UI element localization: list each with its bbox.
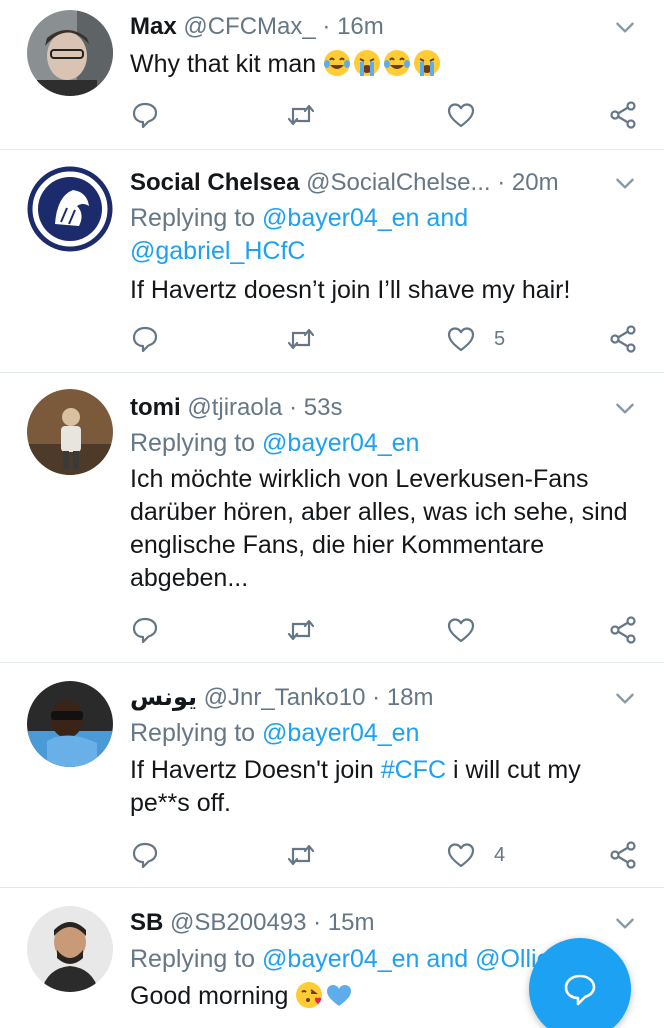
heart-icon bbox=[447, 103, 475, 128]
user-handle[interactable]: @CFCMax_ bbox=[183, 13, 315, 40]
tweet-header: SB @SB200493 · 15m bbox=[130, 906, 612, 940]
user-handle[interactable]: @Jnr_Tanko10 bbox=[204, 684, 366, 711]
display-name[interactable]: tomi bbox=[130, 394, 181, 421]
avatar[interactable] bbox=[27, 166, 113, 252]
avatar[interactable] bbox=[27, 389, 113, 475]
separator-dot: · bbox=[497, 169, 506, 196]
like-button[interactable]: 4 bbox=[446, 838, 505, 872]
chevron-down-icon[interactable] bbox=[612, 170, 638, 196]
display-name[interactable]: يونس bbox=[130, 684, 197, 711]
tweet-header: tomi @tjiraola · 53s bbox=[130, 391, 612, 425]
reply-icon bbox=[132, 617, 158, 644]
display-name[interactable]: Max bbox=[130, 13, 177, 40]
share-icon bbox=[610, 616, 636, 644]
like-button[interactable]: 5 bbox=[446, 322, 505, 356]
user-handle[interactable]: @tjiraola bbox=[187, 394, 282, 421]
avatar[interactable] bbox=[27, 10, 113, 96]
compose-message-icon bbox=[564, 974, 596, 1006]
mention-link[interactable]: @bayer04_en bbox=[262, 719, 419, 747]
share-icon bbox=[610, 841, 636, 869]
retweet-button[interactable] bbox=[286, 613, 316, 647]
share-button[interactable] bbox=[608, 838, 638, 872]
heart-icon bbox=[447, 843, 475, 868]
reply-button[interactable] bbox=[130, 322, 160, 356]
separator-dot: · bbox=[313, 909, 322, 936]
reply-button[interactable] bbox=[130, 98, 160, 132]
retweet-icon bbox=[287, 844, 315, 866]
mention-link[interactable]: @bayer04_en bbox=[262, 204, 419, 232]
retweet-icon bbox=[287, 104, 315, 126]
share-button[interactable] bbox=[608, 98, 638, 132]
loudly-crying-face-icon bbox=[413, 49, 441, 77]
heart-icon bbox=[447, 618, 475, 643]
replying-to: Replying to @bayer04_en and @gabriel_HCf… bbox=[130, 204, 469, 265]
avatar[interactable] bbox=[27, 906, 113, 992]
user-handle[interactable]: @SocialChelse... bbox=[306, 169, 490, 196]
tweet[interactable]: Social Chelsea @SocialChelse... · 20m Re… bbox=[0, 150, 664, 373]
chevron-down-icon[interactable] bbox=[612, 14, 638, 40]
share-button[interactable] bbox=[608, 613, 638, 647]
timestamp[interactable]: 18m bbox=[387, 684, 434, 711]
replying-to: Replying to @bayer04_en bbox=[130, 719, 420, 747]
tweet-text: Why that kit man bbox=[130, 48, 634, 81]
mention-link[interactable]: @bayer04_en bbox=[262, 945, 419, 973]
heart-icon bbox=[447, 327, 475, 352]
reply-button[interactable] bbox=[130, 613, 160, 647]
like-count: 5 bbox=[494, 327, 506, 350]
display-name[interactable]: Social Chelsea bbox=[130, 169, 299, 196]
mention-link[interactable]: @gabriel_HCfC bbox=[130, 237, 305, 265]
hashtag-link[interactable]: #CFC bbox=[381, 756, 446, 784]
like-button[interactable] bbox=[446, 613, 494, 647]
share-icon bbox=[610, 325, 636, 353]
tweet-actions: 4 bbox=[130, 838, 638, 872]
reply-button[interactable] bbox=[130, 838, 160, 872]
like-button[interactable] bbox=[446, 98, 494, 132]
tweet-actions: 5 bbox=[130, 322, 638, 356]
tweet[interactable]: tomi @tjiraola · 53s Replying to @bayer0… bbox=[0, 373, 664, 663]
share-icon bbox=[610, 101, 636, 129]
retweet-button[interactable] bbox=[286, 322, 316, 356]
replying-to: Replying to @bayer04_en bbox=[130, 429, 420, 457]
share-button[interactable] bbox=[608, 322, 638, 356]
chevron-down-icon[interactable] bbox=[612, 910, 638, 936]
blue-heart-icon bbox=[325, 981, 353, 1009]
reply-icon bbox=[132, 842, 158, 869]
separator-dot: · bbox=[289, 394, 298, 421]
timestamp[interactable]: 53s bbox=[304, 394, 343, 421]
like-count: 4 bbox=[494, 843, 506, 866]
retweet-button[interactable] bbox=[286, 98, 316, 132]
tweet-header: Max @CFCMax_ · 16m bbox=[130, 10, 612, 44]
retweet-icon bbox=[287, 328, 315, 350]
tweet[interactable]: يونس @Jnr_Tanko10 · 18m Replying to @bay… bbox=[0, 663, 664, 888]
separator-dot: · bbox=[372, 684, 381, 711]
mention-link[interactable]: @bayer04_en bbox=[262, 429, 419, 457]
timestamp[interactable]: 16m bbox=[337, 13, 384, 40]
tweet-header: Social Chelsea @SocialChelse... · 20m bbox=[130, 166, 612, 200]
face-blowing-a-kiss-icon bbox=[295, 981, 323, 1009]
tweet-text: If Havertz doesn’t join I’ll shave my ha… bbox=[130, 276, 571, 304]
tweet-actions bbox=[130, 613, 638, 647]
separator-dot: · bbox=[322, 13, 331, 40]
chevron-down-icon[interactable] bbox=[612, 685, 638, 711]
tweet[interactable]: Max @CFCMax_ · 16m Why that kit man bbox=[0, 0, 664, 150]
face-with-tears-of-joy-icon bbox=[383, 49, 411, 77]
tweet-text: If Havertz Doesn't join #CFC i will cut … bbox=[130, 756, 581, 817]
timestamp[interactable]: 15m bbox=[328, 909, 375, 936]
avatar[interactable] bbox=[27, 681, 113, 767]
chevron-down-icon[interactable] bbox=[612, 395, 638, 421]
tweet-header: يونس @Jnr_Tanko10 · 18m bbox=[130, 681, 612, 715]
tweet-actions bbox=[130, 98, 638, 132]
retweet-button[interactable] bbox=[286, 838, 316, 872]
timestamp[interactable]: 20m bbox=[512, 169, 559, 196]
tweet-text: Ich möchte wirklich von Leverkusen-Fans … bbox=[130, 465, 628, 592]
display-name[interactable]: SB bbox=[130, 909, 163, 936]
retweet-icon bbox=[287, 619, 315, 641]
loudly-crying-face-icon bbox=[353, 49, 381, 77]
reply-icon bbox=[132, 326, 158, 353]
reply-icon bbox=[132, 102, 158, 129]
user-handle[interactable]: @SB200493 bbox=[170, 909, 306, 936]
face-with-tears-of-joy-icon bbox=[323, 49, 351, 77]
